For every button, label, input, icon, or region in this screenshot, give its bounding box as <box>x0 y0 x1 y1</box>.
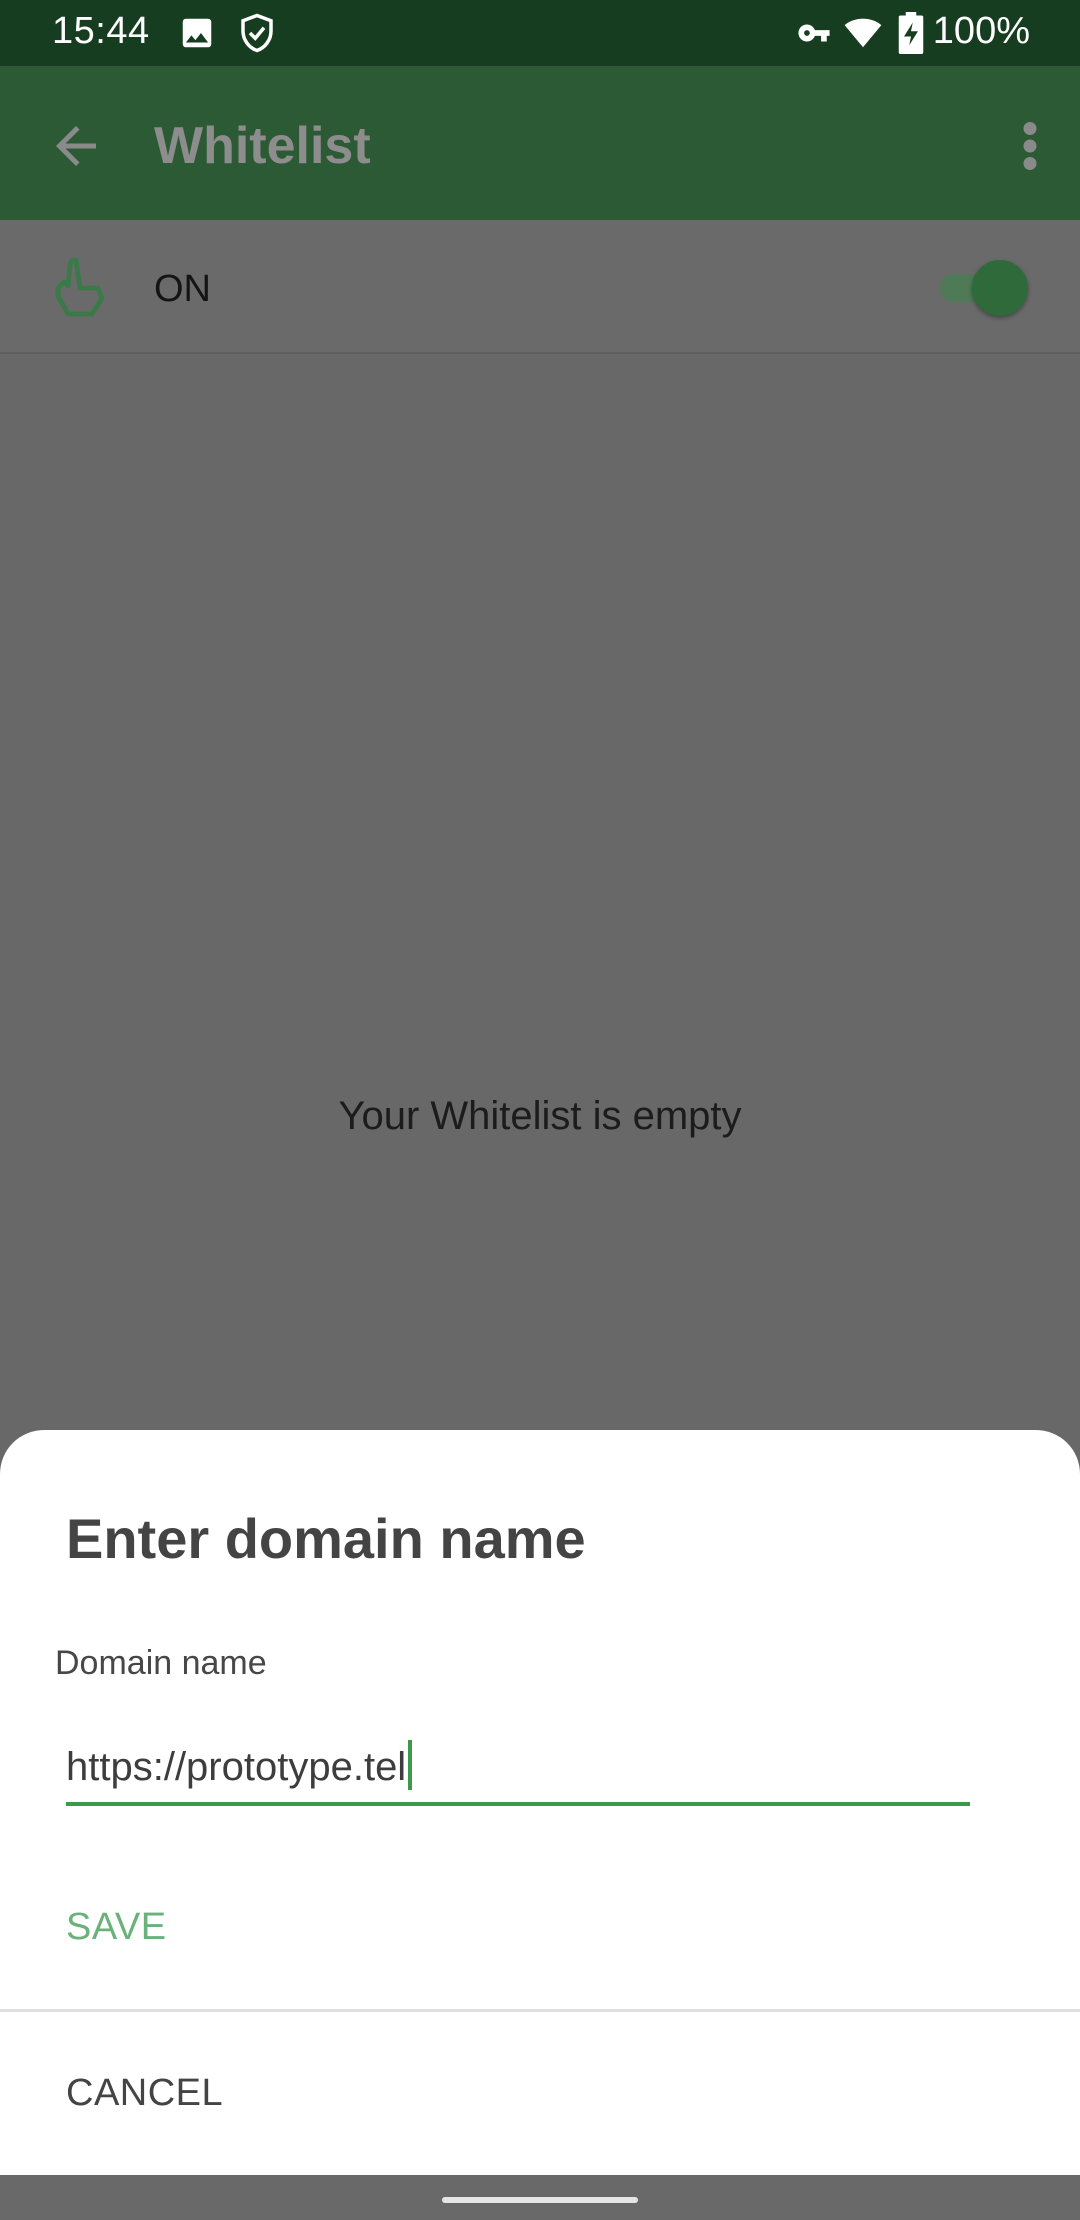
text-cursor <box>408 1740 413 1790</box>
domain-input-value: https://prototype.tel <box>66 1745 407 1789</box>
image-icon <box>178 14 216 57</box>
back-button[interactable] <box>46 116 106 176</box>
empty-state-message: Your Whitelist is empty <box>338 1094 742 1138</box>
switch-thumb <box>972 260 1028 316</box>
shield-check-icon <box>236 10 278 61</box>
status-bar: 15:44 100% <box>0 0 1080 66</box>
more-vert-icon <box>1023 122 1037 170</box>
domain-name-input[interactable]: https://prototype.tel <box>66 1730 970 1806</box>
more-options-button[interactable] <box>1010 116 1050 176</box>
wifi-icon <box>842 14 884 57</box>
save-button[interactable]: SAVE <box>66 1906 167 1949</box>
domain-dialog: Enter domain name Domain name https://pr… <box>0 1430 1080 2175</box>
whitelist-toggle-row[interactable]: ON <box>0 220 1080 354</box>
arrow-back-icon <box>56 126 96 166</box>
home-indicator[interactable] <box>442 2197 638 2203</box>
battery-charging-icon <box>898 12 924 59</box>
vpn-key-icon <box>794 16 834 55</box>
toggle-label: ON <box>154 268 211 310</box>
domain-field-label: Domain name <box>55 1644 267 1682</box>
app-bar: Whitelist <box>0 66 1080 220</box>
battery-percent: 100% <box>932 10 1030 52</box>
dialog-title: Enter domain name <box>66 1507 586 1570</box>
divider <box>0 2009 1080 2012</box>
page-title: Whitelist <box>154 117 371 175</box>
cancel-button[interactable]: CANCEL <box>66 2072 223 2115</box>
thumb-up-icon <box>52 256 108 318</box>
navigation-bar <box>0 2175 1080 2220</box>
whitelist-switch[interactable] <box>934 258 1028 318</box>
status-time: 15:44 <box>52 10 150 52</box>
